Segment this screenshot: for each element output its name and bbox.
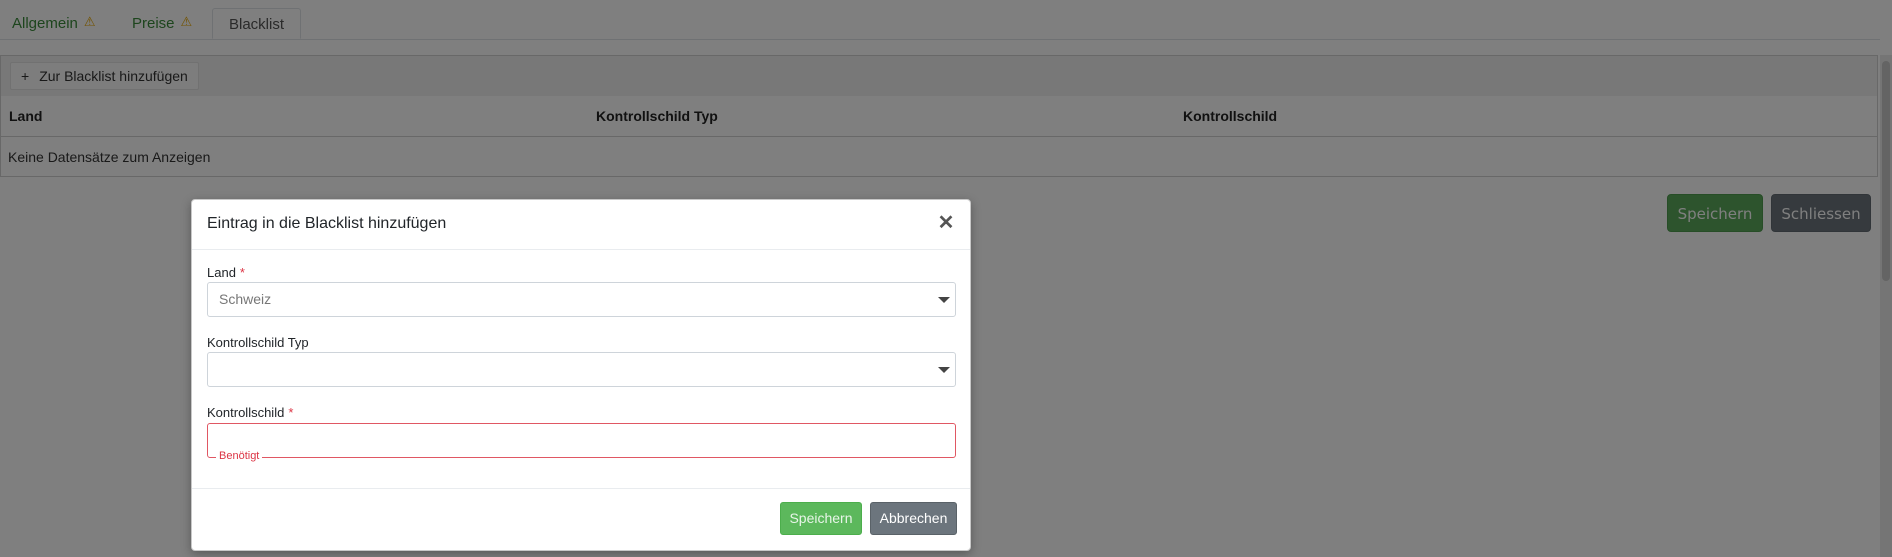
land-label-text: Land [207,265,236,280]
plate-type-label-text: Kontrollschild Typ [207,335,309,350]
chevron-down-icon [938,367,950,373]
save-button[interactable]: Speichern [780,502,862,535]
blacklist-entry-dialog: Eintrag in die Blacklist hinzufügen ✕ La… [191,199,971,551]
required-marker: * [239,265,245,280]
plate-type-select[interactable] [207,352,956,387]
close-icon[interactable]: ✕ [934,211,958,235]
required-marker: * [288,405,294,420]
app-stage: Allgemein⚠ Preise⚠ Blacklist +Zur Blackl… [0,0,1892,557]
cancel-button[interactable]: Abbrechen [870,502,957,535]
dialog-title: Eintrag in die Blacklist hinzufügen [207,215,447,232]
land-select[interactable]: Schweiz [207,282,956,317]
plate-type-label: Kontrollschild Typ [207,335,309,350]
land-select-value: Schweiz [219,291,272,307]
chevron-down-icon [938,297,950,303]
land-label: Land * [207,265,245,280]
dialog-header: Eintrag in die Blacklist hinzufügen ✕ [192,200,970,250]
dialog-footer: Speichern Abbrechen [192,488,970,551]
plate-label: Kontrollschild * [207,405,293,420]
plate-label-text: Kontrollschild [207,405,285,420]
plate-error-message: Benötigt [216,449,263,463]
plate-input[interactable] [207,423,956,458]
